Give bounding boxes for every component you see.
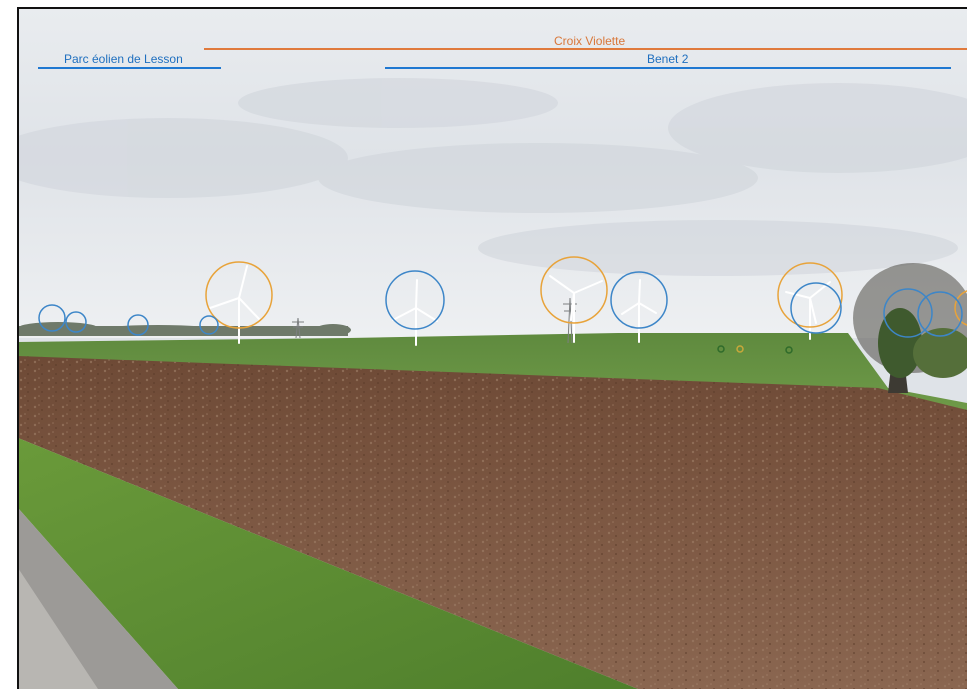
benet-2-label: Benet 2 bbox=[647, 52, 689, 66]
parc-eolien-de-lesson-bar bbox=[38, 67, 221, 69]
parc-eolien-de-lesson-label: Parc éolien de Lesson bbox=[64, 52, 183, 66]
benet-2-bar bbox=[385, 67, 951, 69]
croix-violette-label: Croix Violette bbox=[554, 34, 626, 48]
croix-violette-bar bbox=[204, 48, 967, 50]
landscape-photo bbox=[18, 8, 967, 689]
photomontage-panel bbox=[18, 8, 967, 689]
